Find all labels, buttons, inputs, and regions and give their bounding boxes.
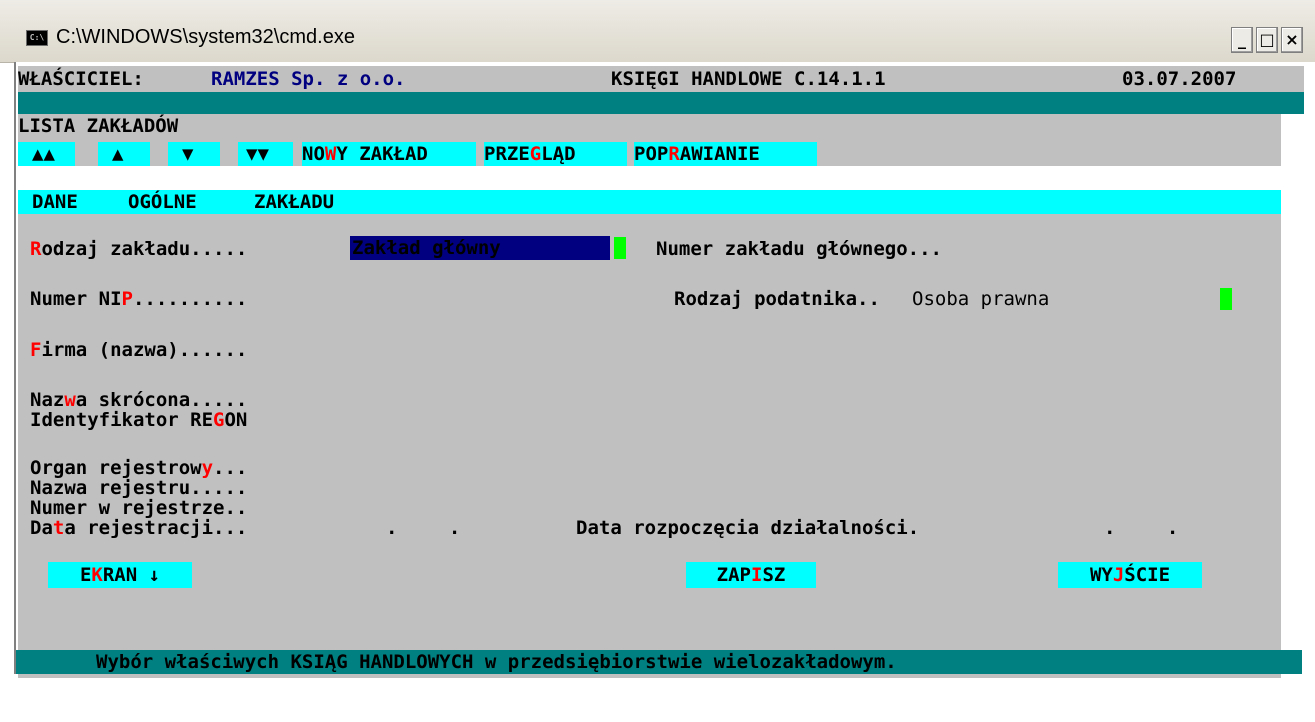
label-text: Identyfikator RE [30,409,214,431]
registration-date-label: Data rejestracji... [30,518,247,538]
section-word-1: DANE [32,191,78,213]
hotkey-letter: R [30,238,42,260]
hotkey-letter: W [324,143,337,165]
title-bar[interactable]: C:\ C:\WINDOWS\system32\cmd.exe _ □ × [0,0,1315,63]
label-part: E [79,564,92,586]
label-part: NO [302,143,325,165]
label-part: PRZE [484,143,530,165]
cmd-window: C:\ C:\WINDOWS\system32\cmd.exe _ □ × WŁ… [0,0,1315,678]
label-part: LĄD [541,143,576,165]
label-part: AWIANIE [679,143,760,165]
label-dots: .......... [132,288,248,310]
list-title: LISTA ZAKŁADÓW [18,115,179,137]
owner-label: WŁAŚCICIEL: [18,68,144,90]
nav-next-button[interactable]: ▼ [168,142,220,166]
plant-type-dropdown-marker[interactable] [614,237,626,259]
window-title: C:\WINDOWS\system32\cmd.exe [56,26,355,48]
minimize-button[interactable]: _ [1231,27,1253,53]
main-plant-number-label: Numer zakładu głównego... [656,238,942,260]
edit-label: POPRAWIANIE [634,142,760,166]
label-part: SZ [762,564,786,586]
plant-type-value: Zakład główny [352,237,501,259]
label-text: a rejestracji... [64,517,248,539]
hotkey-letter: F [30,339,42,361]
plant-type-field[interactable]: Zakład główny [350,236,610,260]
hotkey-letter: G [213,409,225,431]
status-text: Wybór właściwych KSIĄG HANDLOWYCH w prze… [96,651,897,673]
owner-name: RAMZES Sp. z o.o. [211,68,406,90]
label-text: ON [224,409,248,431]
label-text: odzaj zakładu..... [41,238,248,260]
console-app-icon[interactable]: C:\ [26,30,48,46]
nav-last-button[interactable]: ▼▼ [238,142,293,166]
save-button[interactable]: ZAPISZ [686,562,816,588]
down-arrow-icon: ▼ [182,143,194,165]
taxpayer-type-value[interactable]: Osoba prawna [912,288,1049,310]
taxpayer-type-label: Rodzaj podatnika.. [674,288,880,310]
view-button[interactable]: PRZEGLĄD [484,142,627,166]
label-part: Y ZAKŁAD [336,143,428,165]
header-line: WŁAŚCICIEL: RAMZES Sp. z o.o. KSIĘGI HAN… [18,66,1304,92]
hotkey-letter: G [529,143,542,165]
console-area: WŁAŚCICIEL: RAMZES Sp. z o.o. KSIĘGI HAN… [14,62,1315,678]
label-text: Numer NI [30,288,122,310]
label-part: RAN ↓ [102,564,161,586]
business-start-date-label: Data rozpoczęcia działalności. [576,517,920,539]
short-name-label: Nazwa skrócona..... [30,390,247,410]
company-name-label: Firma (nazwa)...... [30,339,247,361]
registration-date-field[interactable]: . . [386,518,480,538]
hotkey-letter: J [1112,564,1125,586]
exit-button[interactable]: WYJŚCIE [1058,562,1202,588]
edit-button[interactable]: POPRAWIANIE [634,142,817,166]
label-part: WY [1089,564,1113,586]
view-label: PRZEGLĄD [484,142,576,166]
header-date: 03.07.2007 [1122,68,1237,90]
hotkey-letter: K [91,564,103,586]
form-panel: LISTA ZAKŁADÓW ▲▲ ▲ ▼ ▼▼ NOWY ZAKŁAD PRZ… [18,114,1281,678]
label-text: Naz [30,389,65,411]
business-start-date-field[interactable]: . . [1104,518,1198,538]
new-plant-button[interactable]: NOWY ZAKŁAD [302,142,476,166]
app-name: KSIĘGI HANDLOWE C.14.1.1 [611,68,886,90]
label-text: irma (nazwa)...... [41,339,248,361]
hotkey-letter: w [64,389,76,411]
registry-organ-label: Organ rejestrowy... [30,458,247,478]
maximize-button[interactable]: □ [1256,27,1278,53]
label-part: POP [634,143,669,165]
label-text: Da [30,517,53,539]
hotkey-letter: t [52,517,65,539]
label-text: Organ rejestrow [30,457,202,479]
hotkey-letter: R [668,143,680,165]
new-plant-label: NOWY ZAKŁAD [302,142,428,166]
section-word-3: ZAKŁADU [254,191,335,213]
nip-label: Numer NIP.......... [30,288,247,310]
double-up-arrow-icon: ▲▲ [32,143,55,165]
section-header: DANE OGÓLNE ZAKŁADU [18,190,1281,214]
nav-first-button[interactable]: ▲▲ [18,142,75,166]
nav-spacer [18,166,1281,190]
registry-number-label: Numer w rejestrze.. [30,497,248,519]
nav-prev-button[interactable]: ▲ [98,142,150,166]
screen-down-button[interactable]: EKRAN ↓ [48,562,192,588]
label-part: ZAP [716,564,751,586]
label-text: a skrócona..... [75,389,248,411]
close-button[interactable]: × [1281,27,1303,53]
hotkey-letter: I [750,564,763,586]
taxpayer-type-dropdown-marker[interactable] [1220,288,1232,310]
double-down-arrow-icon: ▼▼ [246,143,269,165]
registry-name-label: Nazwa rejestru..... [30,477,248,499]
section-word-2: OGÓLNE [128,191,197,213]
plant-type-label: Rodzaj zakładu..... [30,238,247,260]
status-line: Wybór właściwych KSIĄG HANDLOWYCH w prze… [16,650,1302,674]
hotkey-letter: y [201,457,214,479]
up-arrow-icon: ▲ [112,143,124,165]
hotkey-letter: P [121,288,133,310]
regon-label: Identyfikator REGON [30,410,247,430]
label-text: ... [213,457,248,479]
label-part: ŚCIE [1124,564,1171,586]
header-separator [18,92,1304,114]
